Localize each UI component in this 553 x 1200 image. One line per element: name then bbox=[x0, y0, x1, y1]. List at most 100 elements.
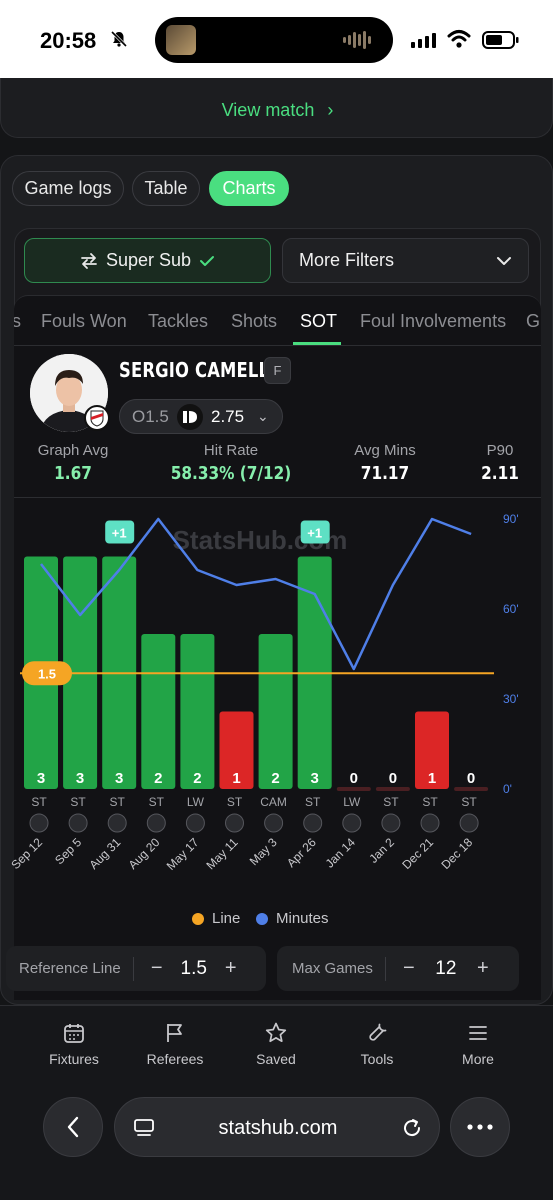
date-tick-label: Jan 14 bbox=[323, 835, 359, 871]
nav-label: Saved bbox=[256, 1051, 296, 1067]
bar-value-label: 0 bbox=[350, 770, 358, 787]
date-tick-label: Apr 26 bbox=[284, 835, 319, 870]
extra-badge-label: +1 bbox=[112, 526, 127, 541]
bar-value-label: 3 bbox=[76, 770, 84, 787]
team-badge-icon bbox=[84, 405, 110, 431]
flag-icon bbox=[167, 1024, 182, 1042]
nav-more[interactable]: More bbox=[433, 1021, 523, 1067]
tab-sot[interactable]: SOT bbox=[300, 311, 337, 332]
decrement-button[interactable]: − bbox=[398, 957, 420, 980]
odds-selector[interactable]: O1.5 2.75 ⌄ bbox=[119, 399, 283, 434]
tab-table[interactable]: Table bbox=[132, 171, 200, 206]
right-axis-tick-label: 60' bbox=[503, 602, 519, 616]
menu-icon bbox=[469, 1026, 487, 1040]
bar-value-label: 2 bbox=[154, 770, 162, 787]
tab-next-partial[interactable]: G bbox=[526, 311, 540, 332]
position-label: LW bbox=[343, 795, 361, 809]
position-label: ST bbox=[227, 795, 243, 809]
ellipsis-icon bbox=[467, 1124, 493, 1130]
tab-game-logs[interactable]: Game logs bbox=[12, 171, 124, 206]
team-crest-icon bbox=[107, 813, 127, 833]
back-button[interactable] bbox=[43, 1097, 103, 1157]
more-filters-label: More Filters bbox=[299, 250, 395, 270]
max-games-value[interactable]: 12 bbox=[420, 958, 472, 980]
line-label: O1.5 bbox=[132, 407, 169, 426]
tab-label: Table bbox=[144, 178, 188, 198]
legend-line-swatch bbox=[192, 912, 204, 925]
sot-chart: StatsHub.com0'30'60'90'3STSep 123STSep 5… bbox=[8, 512, 519, 873]
team-crest-icon bbox=[264, 813, 284, 833]
stat-label: P90 bbox=[486, 442, 514, 459]
stat-value: 71.17 bbox=[360, 463, 410, 484]
bar-value-label: 2 bbox=[271, 770, 279, 787]
bar bbox=[141, 634, 176, 789]
calendar-icon bbox=[64, 1024, 84, 1043]
tab-label: Game logs bbox=[24, 178, 112, 198]
increment-button[interactable]: + bbox=[472, 957, 494, 980]
bar-value-label: 0 bbox=[467, 770, 475, 787]
decrement-button[interactable]: − bbox=[146, 957, 168, 980]
bookmaker-logo-icon bbox=[177, 404, 203, 430]
player-name: SERGIO CAMELLO bbox=[119, 358, 283, 382]
nav-saved[interactable]: Saved bbox=[231, 1021, 321, 1067]
date-tick-label: May 11 bbox=[204, 835, 241, 872]
nav-referees[interactable]: Referees bbox=[130, 1021, 220, 1067]
chevron-right-icon: › bbox=[327, 100, 334, 120]
dynamic-island[interactable] bbox=[155, 17, 393, 63]
view-match-label: View match bbox=[221, 100, 315, 120]
more-filters-dropdown[interactable]: More Filters bbox=[282, 238, 529, 283]
position-label: ST bbox=[110, 795, 126, 809]
date-tick-label: May 17 bbox=[164, 835, 202, 873]
extra-badge-label: +1 bbox=[307, 526, 322, 541]
stat-value: 2.11 bbox=[481, 463, 519, 484]
audio-waveform-icon bbox=[343, 31, 371, 49]
position-badge: F bbox=[264, 357, 291, 384]
date-tick-label: May 3 bbox=[247, 835, 280, 868]
nav-fixtures[interactable]: Fixtures bbox=[29, 1021, 119, 1067]
tab-shots[interactable]: Shots bbox=[231, 311, 277, 332]
reload-icon[interactable] bbox=[401, 1117, 423, 1139]
tab-fouls-won[interactable]: Fouls Won bbox=[41, 311, 127, 332]
tab-prev-partial[interactable]: s bbox=[14, 311, 21, 332]
tab-foul-involvements[interactable]: Foul Involvements bbox=[360, 311, 506, 332]
super-sub-toggle[interactable]: Super Sub bbox=[24, 238, 271, 283]
date-tick-label: Dec 21 bbox=[399, 835, 436, 872]
reference-line-stepper: Reference Line − 1.5 + bbox=[6, 946, 266, 991]
date-tick-label: Aug 31 bbox=[87, 835, 124, 872]
nav-tools[interactable]: Tools bbox=[332, 1021, 422, 1067]
tab-tackles[interactable]: Tackles bbox=[148, 311, 208, 332]
stat-label: Hit Rate bbox=[203, 442, 259, 459]
position-label: ST bbox=[305, 795, 321, 809]
bar-value-label: 0 bbox=[389, 770, 397, 787]
nav-label: Tools bbox=[360, 1051, 394, 1067]
match-card: View match › bbox=[0, 78, 553, 138]
bar-value-label: 3 bbox=[115, 770, 123, 787]
active-tab-indicator bbox=[293, 342, 341, 345]
bar bbox=[336, 787, 371, 791]
legend-minutes-swatch bbox=[256, 912, 268, 925]
bar bbox=[180, 634, 215, 789]
bar bbox=[375, 787, 410, 791]
bar bbox=[454, 787, 489, 791]
tab-charts[interactable]: Charts bbox=[209, 171, 289, 206]
stat-label: Graph Avg bbox=[37, 442, 109, 459]
stat-label: Avg Mins bbox=[354, 442, 416, 459]
reference-line-value[interactable]: 1.5 bbox=[168, 958, 220, 980]
increment-button[interactable]: + bbox=[220, 957, 242, 980]
date-tick-label: Sep 12 bbox=[8, 835, 45, 872]
position-label: LW bbox=[187, 795, 205, 809]
position-label: ST bbox=[31, 795, 47, 809]
date-tick-label: Dec 18 bbox=[438, 835, 475, 872]
view-match-link[interactable]: View match › bbox=[1, 100, 553, 121]
more-options-button[interactable] bbox=[450, 1097, 510, 1157]
stat-tabs: s Fouls Won Tackles Shots SOT Foul Invol… bbox=[14, 296, 541, 346]
legend-label: Line bbox=[212, 910, 241, 927]
divider bbox=[14, 497, 541, 498]
stat-graph-avg: Graph Avg 1.67 bbox=[24, 442, 122, 484]
bar-value-label: 3 bbox=[37, 770, 45, 787]
team-crest-icon bbox=[342, 813, 362, 833]
checkmark-icon bbox=[200, 255, 215, 266]
address-bar[interactable]: statshub.com bbox=[114, 1097, 440, 1157]
cellular-signal-icon bbox=[411, 32, 436, 48]
clock: 20:58 bbox=[40, 28, 97, 53]
